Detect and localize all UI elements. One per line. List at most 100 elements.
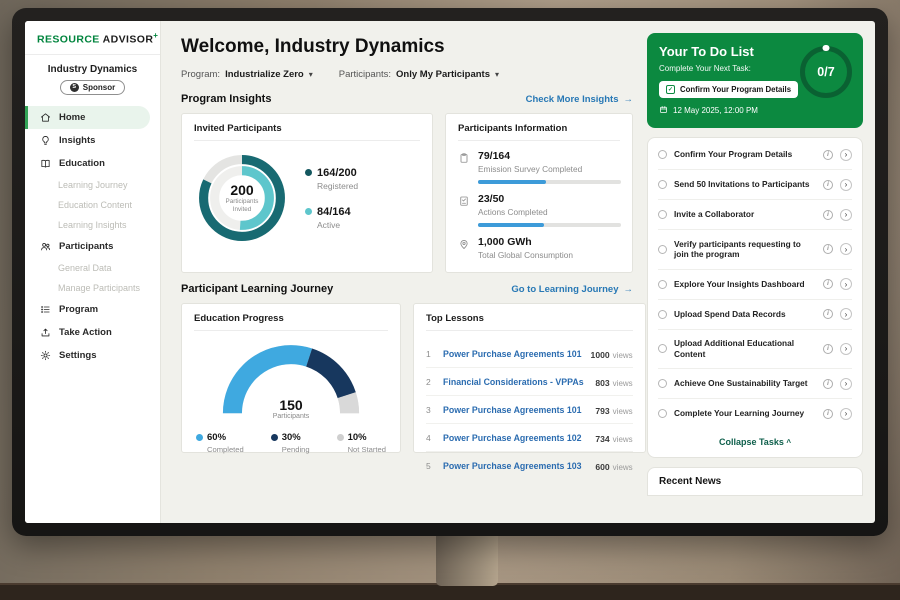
monitor-bezel: RESOURCE ADVISOR+ Industry Dynamics S Sp…	[12, 8, 888, 536]
radio-icon[interactable]	[658, 409, 667, 418]
gear-icon	[39, 350, 51, 361]
sidebar-item-learning-insights[interactable]: Learning Insights	[25, 215, 160, 235]
chevron-right-icon[interactable]: ›	[840, 308, 852, 320]
legend-value: 10%	[348, 432, 367, 443]
sidebar-item-education[interactable]: Education	[25, 152, 160, 175]
sidebar-item-home[interactable]: Home	[25, 106, 150, 129]
legend-item-active: 84/164 Active	[305, 206, 358, 230]
sidebar-item-insights[interactable]: Insights	[25, 129, 160, 152]
lesson-row[interactable]: 2 Financial Considerations - VPPAs 803vi…	[426, 368, 633, 396]
sidebar-item-education-content[interactable]: Education Content	[25, 195, 160, 215]
chevron-right-icon[interactable]: ›	[840, 149, 852, 161]
info-icon[interactable]: i	[823, 309, 833, 319]
book-icon	[39, 158, 51, 169]
chevron-right-icon[interactable]: ›	[840, 378, 852, 390]
stat-value: 1,000 GWh	[478, 236, 573, 248]
program-dropdown[interactable]: Program: Industrialize Zero ▾	[181, 69, 313, 80]
pending-dot	[271, 434, 278, 441]
lesson-link[interactable]: Power Purchase Agreements 101	[443, 349, 582, 359]
info-icon[interactable]: i	[823, 379, 833, 389]
lesson-row[interactable]: 4 Power Purchase Agreements 102 734views	[426, 424, 633, 452]
legend-label: Not Started	[348, 445, 386, 454]
sidebar-item-learning-journey[interactable]: Learning Journey	[25, 175, 160, 195]
app-logo: RESOURCE ADVISOR+	[25, 31, 160, 55]
legend-item-completed: 60% Completed	[196, 432, 244, 454]
card-title: Invited Participants	[194, 123, 420, 141]
task-row[interactable]: Upload Spend Data Records i ›	[658, 300, 852, 330]
section-title: Participant Learning Journey	[181, 283, 333, 295]
lesson-row[interactable]: 1 Power Purchase Agreements 101 1000view…	[426, 340, 633, 368]
radio-icon[interactable]	[658, 180, 667, 189]
info-icon[interactable]: i	[823, 409, 833, 419]
task-row[interactable]: Confirm Your Program Details i ›	[658, 140, 852, 170]
clipboard-icon	[458, 151, 471, 169]
check-more-insights-link[interactable]: Check More Insights →	[526, 94, 633, 105]
task-row[interactable]: Upload Additional Educational Content i …	[658, 330, 852, 370]
due-date-label: 12 May 2025, 12:00 PM	[673, 106, 758, 115]
next-task-label: Confirm Your Program Details	[680, 85, 791, 94]
chevron-right-icon[interactable]: ›	[840, 278, 852, 290]
task-label: Upload Additional Educational Content	[674, 338, 816, 360]
info-icon[interactable]: i	[823, 244, 833, 254]
lesson-row[interactable]: 5 Power Purchase Agreements 103 600views	[426, 452, 633, 479]
card-title: Participants Information	[458, 123, 620, 141]
info-icon[interactable]: i	[823, 150, 833, 160]
filter-bar: Program: Industrialize Zero ▾ Participan…	[181, 69, 633, 80]
radio-icon[interactable]	[658, 344, 667, 353]
legend-item-not-started: 10% Not Started	[337, 432, 386, 454]
participants-dropdown[interactable]: Participants: Only My Participants ▾	[339, 69, 499, 80]
task-row[interactable]: Achieve One Sustainability Target i ›	[658, 369, 852, 399]
invited-donut-chart: 200 Participants Invited	[194, 150, 290, 246]
due-date-row: 12 May 2025, 12:00 PM	[659, 105, 851, 116]
lesson-row[interactable]: 3 Power Purchase Agreements 101 793views	[426, 396, 633, 424]
sidebar-item-manage-participants[interactable]: Manage Participants	[25, 278, 160, 298]
sidebar-item-label: Program	[59, 304, 98, 315]
task-row[interactable]: Invite a Collaborator i ›	[658, 200, 852, 230]
legend-value: 84/164	[317, 206, 351, 218]
legend-value: 164/200	[317, 167, 357, 179]
sidebar-item-settings[interactable]: Settings	[25, 344, 160, 367]
go-to-learning-journey-link[interactable]: Go to Learning Journey →	[511, 284, 633, 295]
radio-icon[interactable]	[658, 150, 667, 159]
radio-icon[interactable]	[658, 310, 667, 319]
info-icon[interactable]: i	[823, 180, 833, 190]
sidebar-item-label: Learning Journey	[58, 180, 128, 190]
task-row[interactable]: Explore Your Insights Dashboard i ›	[658, 270, 852, 300]
lesson-link[interactable]: Power Purchase Agreements 103	[443, 461, 586, 471]
task-row[interactable]: Verify participants requesting to join t…	[658, 230, 852, 270]
collapse-tasks-button[interactable]: Collapse Tasks ^	[658, 428, 852, 450]
lesson-link[interactable]: Financial Considerations - VPPAs	[443, 377, 586, 387]
radio-icon[interactable]	[658, 379, 667, 388]
sponsor-badge-label: Sponsor	[83, 83, 115, 92]
sidebar-item-take-action[interactable]: Take Action	[25, 321, 160, 344]
not-started-dot	[337, 434, 344, 441]
task-row[interactable]: Send 50 Invitations to Participants i ›	[658, 170, 852, 200]
logo-resource: RESOURCE	[37, 34, 100, 46]
info-icon[interactable]: i	[823, 279, 833, 289]
chevron-right-icon[interactable]: ›	[840, 179, 852, 191]
radio-icon[interactable]	[658, 280, 667, 289]
chevron-right-icon[interactable]: ›	[840, 408, 852, 420]
radio-icon[interactable]	[658, 210, 667, 219]
radio-icon[interactable]	[658, 245, 667, 254]
next-task-pill[interactable]: ✓ Confirm Your Program Details	[659, 81, 798, 98]
lightbulb-icon	[39, 135, 51, 146]
task-row[interactable]: Complete Your Learning Journey i ›	[658, 399, 852, 428]
chevron-right-icon[interactable]: ›	[840, 243, 852, 255]
sidebar-item-label: General Data	[58, 263, 112, 273]
todo-summary-card: Your To Do List Complete Your Next Task:…	[647, 33, 863, 128]
sidebar-item-program[interactable]: Program	[25, 298, 160, 321]
legend-label: Completed	[207, 445, 244, 454]
education-progress-card: Education Progress 150 Participants	[181, 303, 401, 453]
info-icon[interactable]: i	[823, 210, 833, 220]
chevron-right-icon[interactable]: ›	[840, 209, 852, 221]
lesson-link[interactable]: Power Purchase Agreements 102	[443, 433, 586, 443]
lesson-views-label: views	[613, 379, 633, 388]
invited-legend: 164/200 Registered 84/164 Active	[305, 167, 358, 230]
lesson-link[interactable]: Power Purchase Agreements 101	[443, 405, 586, 415]
info-icon[interactable]: i	[823, 344, 833, 354]
sidebar-item-general-data[interactable]: General Data	[25, 258, 160, 278]
legend-label: Active	[317, 220, 358, 230]
chevron-right-icon[interactable]: ›	[840, 343, 852, 355]
sidebar-item-participants[interactable]: Participants	[25, 235, 160, 258]
